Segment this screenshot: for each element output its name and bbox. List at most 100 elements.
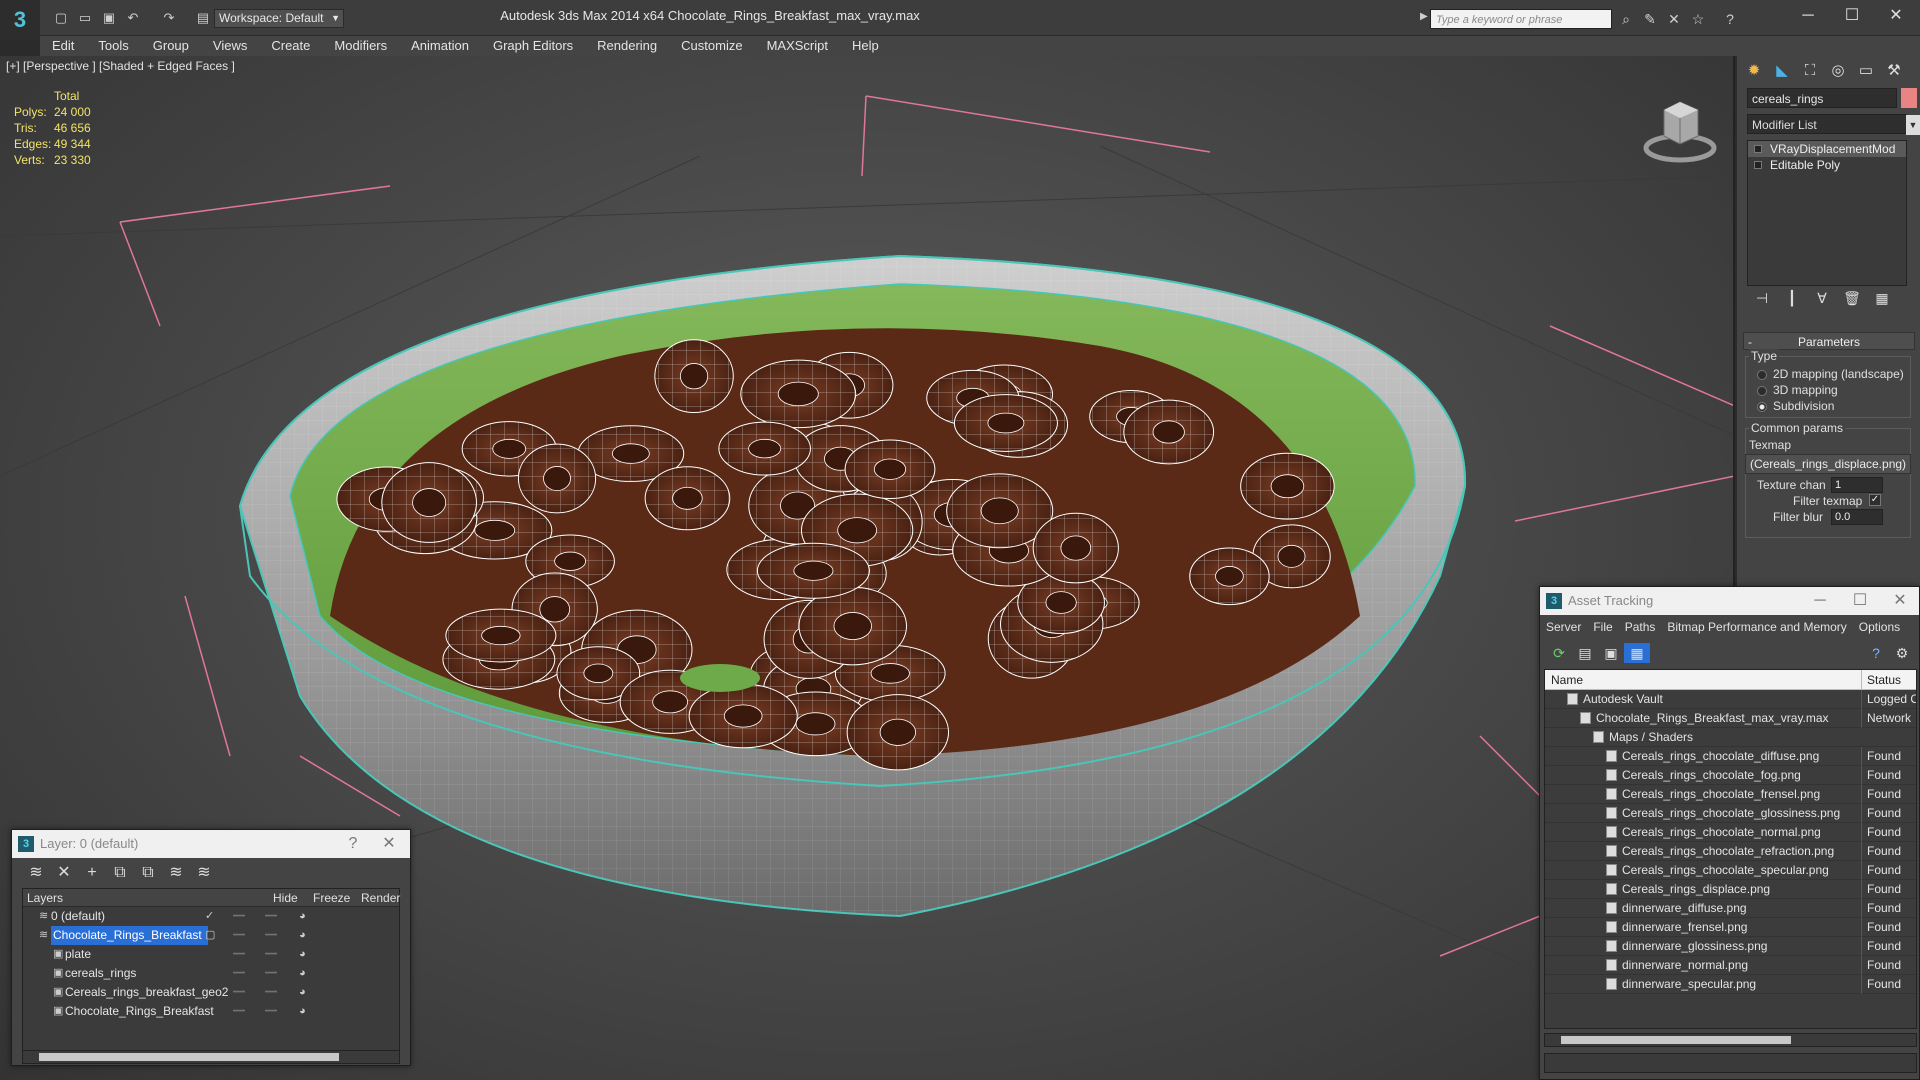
parameters-rollout[interactable]: - Parameters <box>1743 332 1915 350</box>
asset-row[interactable]: Autodesk Vault Logged O <box>1545 690 1916 709</box>
menu-rendering[interactable]: Rendering <box>585 36 669 56</box>
asset-row[interactable]: Cereals_rings_chocolate_glossiness.png Fo… <box>1545 804 1916 823</box>
binoculars-icon[interactable]: ⌕ <box>1616 10 1636 28</box>
list-view-icon[interactable]: ▤ <box>1572 643 1598 663</box>
menu-paths[interactable]: Paths <box>1625 620 1656 634</box>
help-icon[interactable]: ? <box>338 830 368 858</box>
close-icon[interactable]: ✕ <box>374 830 404 858</box>
create-tab-sun-icon[interactable]: ✹ <box>1741 60 1767 82</box>
radio-2d-mapping[interactable]: 2D mapping (landscape) <box>1757 367 1904 381</box>
set-current-box-icon[interactable]: ▢ <box>205 926 215 945</box>
column-freeze[interactable]: Freeze <box>313 891 350 905</box>
asset-row[interactable]: dinnerware_glossiness.png Found <box>1545 937 1916 956</box>
render-teapot-icon[interactable]: ◕ <box>299 1002 306 1021</box>
minimize-icon[interactable]: ─ <box>1805 587 1835 615</box>
menu-animation[interactable]: Animation <box>399 36 481 56</box>
layer-row[interactable]: ▣ cereals_rings ┅┅ ┅┅ ◕ <box>23 964 399 983</box>
hide-toggle-icon[interactable]: ┅┅ <box>233 945 245 964</box>
layer-name[interactable]: Chocolate_Rings_Breakfast <box>51 926 208 945</box>
menu-modifiers[interactable]: Modifiers <box>322 36 399 56</box>
motion-tab-icon[interactable]: ◎ <box>1825 60 1851 82</box>
hide-toggle-icon[interactable]: ┅┅ <box>233 926 245 945</box>
render-teapot-icon[interactable]: ◕ <box>299 945 306 964</box>
render-teapot-icon[interactable]: ◕ <box>299 926 306 945</box>
menu-help[interactable]: Help <box>840 36 891 56</box>
modifier-list-dropdown[interactable]: Modifier List ▼ <box>1747 114 1920 135</box>
modifier-stack[interactable]: VRayDisplacementMod Editable Poly <box>1747 140 1907 286</box>
stack-item-editable-poly[interactable]: Editable Poly <box>1748 157 1906 173</box>
asset-row[interactable]: Chocolate_Rings_Breakfast_max_vray.max Ne… <box>1545 709 1916 728</box>
hide-toggle-icon[interactable]: ┅┅ <box>233 983 245 1002</box>
help-icon[interactable]: ? <box>1720 10 1740 28</box>
scrollbar-thumb[interactable] <box>1561 1036 1791 1044</box>
minimize-icon[interactable]: ─ <box>1788 4 1828 28</box>
add-to-layer-icon[interactable]: + <box>78 862 106 884</box>
layer-name[interactable]: cereals_rings <box>65 964 136 983</box>
texmap-button[interactable]: (Cereals_rings_displace.png) <box>1745 454 1911 474</box>
asset-row[interactable]: Cereals_rings_chocolate_fog.png Found <box>1545 766 1916 785</box>
configure-sets-icon[interactable]: ▦ <box>1867 290 1897 307</box>
scrollbar-thumb[interactable] <box>39 1053 339 1061</box>
subscription-icon[interactable]: ✎ <box>1640 10 1660 28</box>
radio-subdivision[interactable]: Subdivision <box>1757 399 1834 413</box>
hide-toggle-icon[interactable]: ┅┅ <box>233 907 245 926</box>
asset-row[interactable]: dinnerware_normal.png Found <box>1545 956 1916 975</box>
refresh-icon[interactable]: ⟳ <box>1546 643 1572 663</box>
search-expand-icon[interactable]: ▶ <box>1420 11 1428 22</box>
freeze-toggle-icon[interactable]: ┅┅ <box>265 983 277 1002</box>
layer-row[interactable]: ≋ 0 (default) ✓ ┅┅ ┅┅ ◕ <box>23 907 399 926</box>
menu-customize[interactable]: Customize <box>669 36 754 56</box>
column-render[interactable]: Render <box>361 891 400 905</box>
select-objects-icon[interactable]: ⧉ <box>106 862 134 884</box>
layer-window-titlebar[interactable]: 3 Layer: 0 (default) ? ✕ <box>12 830 410 858</box>
horizontal-scrollbar[interactable] <box>22 1050 400 1064</box>
viewcube-icon[interactable] <box>1640 88 1720 168</box>
menu-tools[interactable]: Tools <box>86 36 140 56</box>
menu-create[interactable]: Create <box>259 36 322 56</box>
menu-server[interactable]: Server <box>1546 620 1581 634</box>
settings-icon[interactable]: ⚙ <box>1889 643 1915 663</box>
menu-graph-editors[interactable]: Graph Editors <box>481 36 585 56</box>
freeze-toggle-icon[interactable]: ┅┅ <box>265 945 277 964</box>
render-teapot-icon[interactable]: ◕ <box>299 907 306 926</box>
utilities-tab-icon[interactable]: ⚒ <box>1881 60 1907 82</box>
asset-row[interactable]: Cereals_rings_chocolate_refraction.png Fo… <box>1545 842 1916 861</box>
object-color-swatch[interactable] <box>1901 88 1917 108</box>
hide-unhide-all-icon[interactable]: ≋ <box>190 862 218 884</box>
asset-row[interactable]: Maps / Shaders <box>1545 728 1916 747</box>
layer-row[interactable]: ▣ plate ┅┅ ┅┅ ◕ <box>23 945 399 964</box>
hide-toggle-icon[interactable]: ┅┅ <box>233 964 245 983</box>
render-teapot-icon[interactable]: ◕ <box>299 964 306 983</box>
menu-group[interactable]: Group <box>141 36 201 56</box>
asset-row[interactable]: Cereals_rings_chocolate_specular.png Foun… <box>1545 861 1916 880</box>
column-hide[interactable]: Hide <box>273 891 298 905</box>
asset-row[interactable]: dinnerware_diffuse.png Found <box>1545 899 1916 918</box>
asset-row[interactable]: dinnerware_frensel.png Found <box>1545 918 1916 937</box>
layer-name[interactable]: Chocolate_Rings_Breakfast <box>65 1002 214 1021</box>
menu-file[interactable]: File <box>1593 620 1612 634</box>
layer-row[interactable]: ≋ Chocolate_Rings_Breakfast ▢ ┅┅ ┅┅ ◕ <box>23 926 399 945</box>
layer-row[interactable]: ▣ Chocolate_Rings_Breakfast ┅┅ ┅┅ ◕ <box>23 1002 399 1021</box>
menu-views[interactable]: Views <box>201 36 259 56</box>
maximize-icon[interactable]: ☐ <box>1832 4 1872 28</box>
current-layer-check-icon[interactable]: ✓ <box>205 907 214 926</box>
freeze-toggle-icon[interactable]: ┅┅ <box>265 964 277 983</box>
close-icon[interactable]: ✕ <box>1885 587 1915 615</box>
delete-layer-icon[interactable]: ✕ <box>50 862 78 884</box>
asset-table[interactable]: Name Status Autodesk Vault Logged O Chocol… <box>1544 669 1917 1029</box>
search-input[interactable]: Type a keyword or phrase <box>1430 9 1612 29</box>
asset-row[interactable]: Cereals_rings_chocolate_frensel.png Found <box>1545 785 1916 804</box>
layer-name[interactable]: 0 (default) <box>51 907 105 926</box>
horizontal-scrollbar[interactable] <box>1544 1033 1917 1047</box>
object-name-field[interactable]: cereals_rings <box>1747 88 1897 108</box>
freeze-toggle-icon[interactable]: ┅┅ <box>265 1002 277 1021</box>
column-layers[interactable]: Layers <box>27 891 63 905</box>
radio-3d-mapping[interactable]: 3D mapping <box>1757 383 1838 397</box>
expand-plus-icon[interactable] <box>1754 161 1762 169</box>
pin-stack-icon[interactable]: ⊣ <box>1747 290 1777 307</box>
create-layer-icon[interactable]: ≋ <box>22 862 50 884</box>
modify-tab-icon[interactable]: ◣ <box>1769 60 1795 82</box>
filter-texmap-checkbox[interactable]: ✓ <box>1869 494 1881 506</box>
help-icon[interactable]: ? <box>1863 643 1889 663</box>
viewport-label[interactable]: [+] [Perspective ] [Shaded + Edged Faces… <box>6 59 235 73</box>
